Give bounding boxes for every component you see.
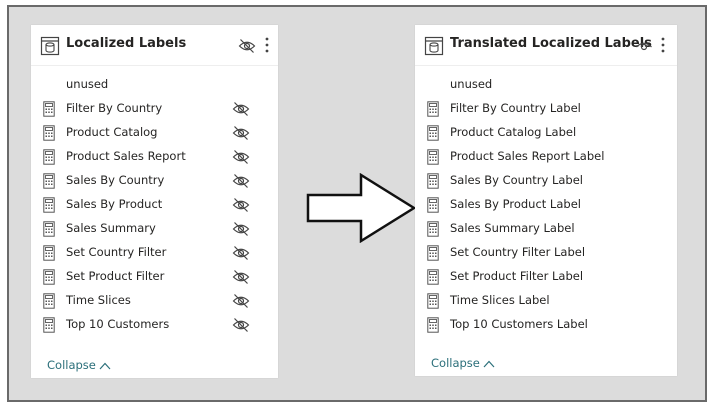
calculator-icon — [43, 317, 55, 333]
chevron-up-icon — [99, 362, 111, 369]
field-row[interactable]: Set Product Filter Label — [415, 265, 677, 289]
field-label: Set Country Filter Label — [450, 245, 586, 259]
calculator-icon — [43, 245, 55, 261]
eye-slash-icon[interactable] — [232, 293, 250, 309]
calculator-icon — [427, 293, 439, 309]
field-label: Sales By Country — [66, 173, 165, 187]
calculator-icon — [427, 245, 439, 261]
collapse-label: Collapse — [47, 358, 96, 372]
field-label: Sales By Product — [66, 197, 163, 211]
calculator-icon — [427, 149, 439, 165]
calculator-icon — [427, 317, 439, 333]
calculator-icon — [43, 149, 55, 165]
collapse-label: Collapse — [431, 356, 480, 370]
eye-slash-icon[interactable] — [232, 269, 250, 285]
table-title: Localized Labels — [66, 36, 187, 51]
field-label: Product Sales Report — [66, 149, 186, 163]
table-icon — [40, 36, 60, 56]
calculator-icon — [427, 101, 439, 117]
eye-slash-icon[interactable] — [232, 221, 250, 237]
eye-slash-icon[interactable] — [232, 197, 250, 213]
eye-slash-icon[interactable] — [232, 173, 250, 189]
field-row[interactable]: Sales By Product Label — [415, 193, 677, 217]
field-row[interactable]: Filter By Country Label — [415, 97, 677, 121]
table-card-localized-labels: Localized Labels unused Filter By Country… — [31, 25, 278, 378]
field-label: Top 10 Customers Label — [450, 317, 588, 331]
field-label: Product Catalog Label — [450, 125, 577, 139]
eye-slash-icon[interactable] — [232, 101, 250, 117]
calculator-icon — [427, 197, 439, 213]
eye-icon[interactable] — [635, 38, 653, 54]
field-row[interactable]: Set Product Filter — [31, 265, 278, 289]
field-row[interactable]: Product Sales Report — [31, 145, 278, 169]
field-row[interactable]: Product Catalog Label — [415, 121, 677, 145]
field-label: Sales By Country Label — [450, 173, 583, 187]
eye-slash-icon[interactable] — [232, 245, 250, 261]
field-row[interactable]: Top 10 Customers Label — [415, 313, 677, 337]
field-label: Set Product Filter Label — [450, 269, 584, 283]
eye-slash-icon[interactable] — [232, 317, 250, 333]
field-row[interactable]: Sales By Country Label — [415, 169, 677, 193]
field-label: Sales By Product Label — [450, 197, 581, 211]
field-label: unused — [66, 77, 109, 91]
field-row-unused[interactable]: unused — [415, 73, 677, 97]
calculator-icon — [43, 293, 55, 309]
calculator-icon — [427, 173, 439, 189]
table-title: Translated Localized Labels — [450, 36, 652, 51]
collapse-link[interactable]: Collapse — [47, 358, 111, 372]
calculator-icon — [43, 101, 55, 117]
field-row[interactable]: Set Country Filter — [31, 241, 278, 265]
calculator-icon — [43, 197, 55, 213]
field-label: Set Product Filter — [66, 269, 165, 283]
field-label: unused — [450, 77, 493, 91]
canvas-frame: Localized Labels unused Filter By Country… — [7, 5, 707, 402]
calculator-icon — [43, 125, 55, 141]
field-label: Time Slices — [66, 293, 131, 307]
field-row[interactable]: Time Slices — [31, 289, 278, 313]
field-label: Top 10 Customers — [66, 317, 170, 331]
calculator-icon — [427, 125, 439, 141]
eye-slash-icon[interactable] — [238, 38, 256, 54]
calculator-icon — [43, 173, 55, 189]
field-label: Filter By Country — [66, 101, 163, 115]
field-row[interactable]: Sales Summary Label — [415, 217, 677, 241]
field-label: Time Slices Label — [450, 293, 550, 307]
field-row[interactable]: Filter By Country — [31, 97, 278, 121]
field-row-unused[interactable]: unused — [31, 73, 278, 97]
field-label: Product Catalog — [66, 125, 158, 139]
field-label: Product Sales Report Label — [450, 149, 605, 163]
field-row[interactable]: Product Sales Report Label — [415, 145, 677, 169]
more-vertical-icon[interactable] — [264, 35, 270, 55]
collapse-link[interactable]: Collapse — [431, 356, 495, 370]
field-row[interactable]: Set Country Filter Label — [415, 241, 677, 265]
field-row[interactable]: Product Catalog — [31, 121, 278, 145]
more-vertical-icon[interactable] — [660, 35, 666, 55]
calculator-icon — [427, 269, 439, 285]
table-icon — [424, 36, 444, 56]
field-label: Set Country Filter — [66, 245, 167, 259]
eye-slash-icon[interactable] — [232, 125, 250, 141]
field-row[interactable]: Time Slices Label — [415, 289, 677, 313]
chevron-up-icon — [483, 360, 495, 367]
field-label: Sales Summary Label — [450, 221, 575, 235]
eye-slash-icon[interactable] — [232, 149, 250, 165]
field-label: Sales Summary — [66, 221, 156, 235]
field-row[interactable]: Sales By Product — [31, 193, 278, 217]
field-row[interactable]: Sales By Country — [31, 169, 278, 193]
table-card-header[interactable]: Localized Labels — [31, 25, 278, 66]
field-label: Filter By Country Label — [450, 101, 581, 115]
calculator-icon — [43, 269, 55, 285]
field-row[interactable]: Top 10 Customers — [31, 313, 278, 337]
calculator-icon — [427, 221, 439, 237]
field-row[interactable]: Sales Summary — [31, 217, 278, 241]
table-card-translated-localized-labels: Translated Localized Labels unused Filter… — [415, 25, 677, 376]
right-arrow-icon — [306, 173, 417, 243]
table-card-header[interactable]: Translated Localized Labels — [415, 25, 677, 66]
calculator-icon — [43, 221, 55, 237]
